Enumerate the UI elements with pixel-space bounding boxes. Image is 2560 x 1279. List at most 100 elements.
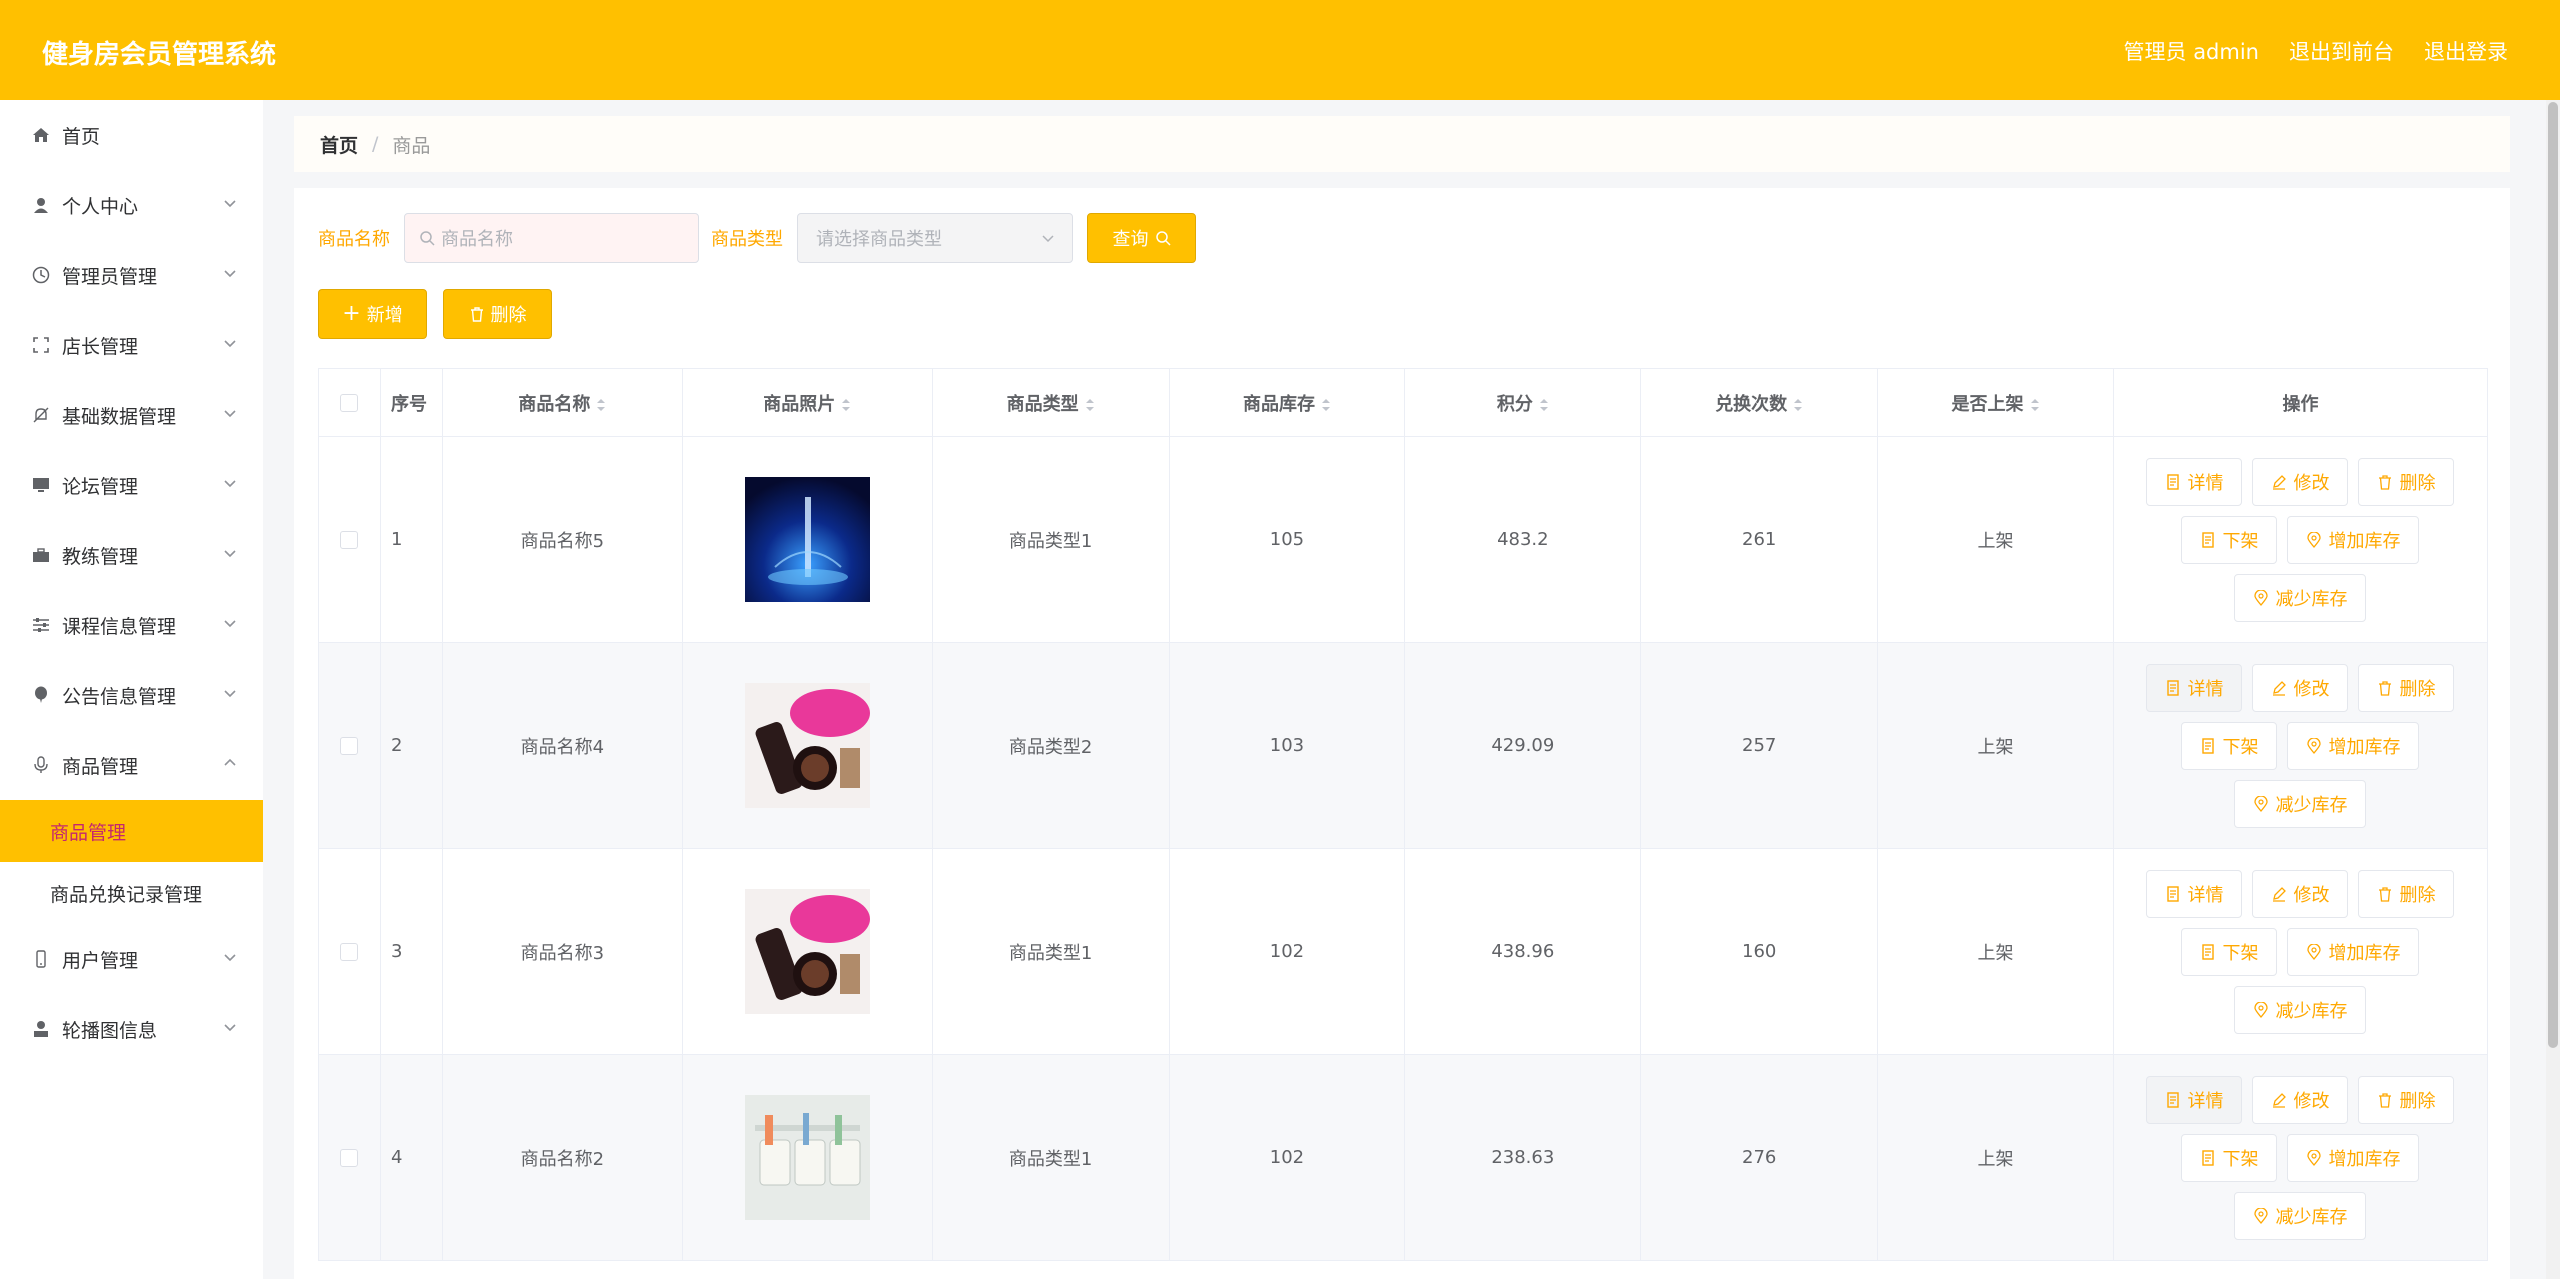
row-select-cell[interactable]: [318, 436, 381, 643]
row-delete-button[interactable]: 删除: [2358, 663, 2455, 712]
product-photo-blue[interactable]: [744, 477, 870, 602]
sidebar-item-profile[interactable]: 个人中心: [0, 170, 263, 240]
pencil-icon: [2273, 886, 2287, 902]
sidebar-item-label: 商品管理: [62, 755, 139, 778]
row-checkbox[interactable]: [340, 737, 359, 755]
query-button[interactable]: 查询: [1087, 213, 1196, 263]
edit-button[interactable]: 修改: [2252, 457, 2349, 506]
edit-button[interactable]: 修改: [2252, 869, 2349, 918]
sidebar-item-users[interactable]: 用户管理: [0, 924, 263, 994]
sidebar-item-coaches[interactable]: 教练管理: [0, 520, 263, 590]
table-row: 3 商品名称3 商品类型1 102 438.96 160 上架 详情 修改 删除…: [318, 848, 2489, 1055]
product-photo-cosmetics[interactable]: [744, 683, 870, 808]
clock-icon: [30, 264, 52, 286]
offshelf-button[interactable]: 下架: [2181, 721, 2278, 770]
offshelf-button[interactable]: 下架: [2181, 515, 2278, 564]
select-all-cell[interactable]: [318, 368, 381, 437]
reduce-stock-button[interactable]: 减少库存: [2234, 1191, 2367, 1240]
pencil-icon: [2273, 1092, 2287, 1108]
sidebar-subitem-exchange-records[interactable]: 商品兑换记录管理: [0, 862, 263, 924]
location-icon: [2254, 1207, 2269, 1224]
reduce-stock-button[interactable]: 减少库存: [2234, 779, 2367, 828]
add-stock-button[interactable]: 增加库存: [2287, 927, 2420, 976]
row-select-cell[interactable]: [318, 642, 381, 849]
logout-link[interactable]: 退出登录: [2424, 36, 2508, 66]
cell-name: 商品名称5: [441, 436, 683, 643]
sidebar-item-notices[interactable]: 公告信息管理: [0, 660, 263, 730]
row-select-cell[interactable]: [318, 1054, 381, 1261]
chevron-up-icon: [224, 758, 236, 766]
row-delete-button[interactable]: 删除: [2358, 869, 2455, 918]
row-delete-button[interactable]: 删除: [2358, 1075, 2455, 1124]
cell-type: 商品类型1: [931, 1054, 1170, 1261]
cell-exchanges: 160: [1640, 848, 1879, 1055]
detail-button[interactable]: 详情: [2146, 1075, 2243, 1124]
sliders-icon: [30, 614, 52, 636]
cell-status: 上架: [1877, 1054, 2114, 1261]
back-to-front-link[interactable]: 退出到前台: [2289, 36, 2394, 66]
detail-button[interactable]: 详情: [2146, 663, 2243, 712]
sidebar-item-goods[interactable]: 商品管理: [0, 730, 263, 800]
chevron-down-icon: [224, 340, 236, 348]
offshelf-button[interactable]: 下架: [2181, 927, 2278, 976]
admin-user-label[interactable]: 管理员 admin: [2124, 36, 2259, 66]
sidebar-subitem-goods-management[interactable]: 商品管理: [0, 800, 263, 862]
edit-button[interactable]: 修改: [2252, 1075, 2349, 1124]
cell-type: 商品类型2: [931, 642, 1170, 849]
sort-icon: [1794, 398, 1803, 411]
add-stock-button[interactable]: 增加库存: [2287, 1133, 2420, 1182]
document-icon: [2167, 473, 2180, 490]
row-checkbox[interactable]: [340, 943, 359, 961]
goods-type-placeholder: 请选择商品类型: [816, 229, 942, 250]
row-delete-button[interactable]: 删除: [2358, 457, 2455, 506]
sidebar-item-forum[interactable]: 论坛管理: [0, 450, 263, 520]
goods-name-input[interactable]: 商品名称: [404, 213, 699, 263]
plus-icon: +: [342, 301, 361, 326]
sidebar-item-admins[interactable]: 管理员管理: [0, 240, 263, 310]
add-stock-button[interactable]: 增加库存: [2287, 515, 2420, 564]
goods-table: 序号 商品名称 商品照片 商品类型 商品库存 积分 兑换次数 是否上架 操作 1…: [318, 368, 2489, 1261]
row-select-cell[interactable]: [318, 848, 381, 1055]
product-photo-cosmetics[interactable]: [744, 889, 870, 1014]
edit-button[interactable]: 修改: [2252, 663, 2349, 712]
offshelf-button[interactable]: 下架: [2181, 1133, 2278, 1182]
detail-button[interactable]: 详情: [2146, 869, 2243, 918]
breadcrumb-home[interactable]: 首页: [320, 131, 358, 158]
sidebar-item-basic-data[interactable]: 基础数据管理: [0, 380, 263, 450]
delete-button-label: 删除: [490, 305, 527, 326]
sidebar-item-label: 首页: [62, 125, 101, 148]
sidebar-item-managers[interactable]: 店长管理: [0, 310, 263, 380]
col-header-photo[interactable]: 商品照片: [681, 368, 933, 437]
sort-icon: [1085, 398, 1094, 411]
reduce-stock-button[interactable]: 减少库存: [2234, 573, 2367, 622]
reduce-stock-button[interactable]: 减少库存: [2234, 985, 2367, 1034]
detail-button[interactable]: 详情: [2146, 457, 2243, 506]
col-header-type[interactable]: 商品类型: [931, 368, 1170, 437]
cell-photo: [681, 436, 933, 643]
goods-type-select[interactable]: 请选择商品类型: [797, 213, 1073, 263]
sidebar-item-home[interactable]: 首页: [0, 100, 263, 170]
cell-ops: 详情 修改 删除 下架 增加库存 减少库存: [2112, 436, 2489, 643]
col-header-exchanges[interactable]: 兑换次数: [1640, 368, 1879, 437]
col-header-points[interactable]: 积分: [1404, 368, 1642, 437]
col-header-status[interactable]: 是否上架: [1877, 368, 2114, 437]
action-bar: + 新增 删除: [318, 289, 552, 339]
col-header-stock[interactable]: 商品库存: [1168, 368, 1406, 437]
page-scrollbar-thumb[interactable]: [2548, 102, 2558, 1048]
product-photo-shelf[interactable]: [744, 1095, 870, 1220]
table-row: 4 商品名称2 商品类型1 102 238.63 276 上架 详情 修改 删除…: [318, 1054, 2489, 1261]
add-stock-button[interactable]: 增加库存: [2287, 721, 2420, 770]
row-actions: 详情 修改 删除 下架 增加库存 减少库存: [2140, 869, 2460, 1034]
select-all-checkbox[interactable]: [340, 394, 359, 412]
col-header-name[interactable]: 商品名称: [441, 368, 683, 437]
sidebar-item-carousel[interactable]: 轮播图信息: [0, 994, 263, 1064]
table-header-row: 序号 商品名称 商品照片 商品类型 商品库存 积分 兑换次数 是否上架 操作: [318, 368, 2489, 437]
sidebar-item-label: 论坛管理: [62, 475, 139, 498]
row-checkbox[interactable]: [340, 531, 359, 549]
row-checkbox[interactable]: [340, 1149, 359, 1167]
sidebar-item-courses[interactable]: 课程信息管理: [0, 590, 263, 660]
add-button[interactable]: + 新增: [318, 289, 427, 339]
trash-icon: [2379, 680, 2392, 696]
delete-button[interactable]: 删除: [443, 289, 552, 339]
bell-off-icon: [30, 404, 52, 426]
